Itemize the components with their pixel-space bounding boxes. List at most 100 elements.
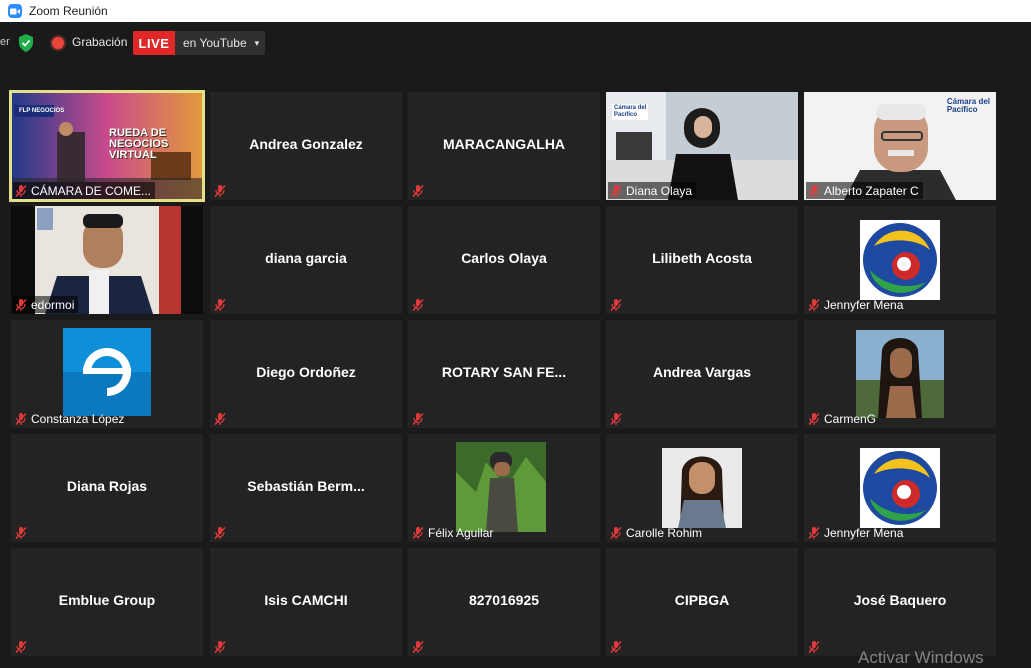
participant-tile[interactable]: Sebastián Berm...: [210, 434, 402, 542]
recording-label[interactable]: Grabación: [72, 35, 127, 49]
participant-tile[interactable]: Lilibeth Acosta: [606, 206, 798, 314]
participant-name-label: Constanza López: [31, 411, 125, 426]
activation-watermark: Activar Windows: [858, 648, 984, 667]
participant-tile[interactable]: José Baquero: [804, 548, 996, 656]
participant-footer: Alberto Zapater C: [806, 182, 923, 199]
participant-tile[interactable]: 827016925: [408, 548, 600, 656]
participant-tile[interactable]: Andrea Gonzalez: [210, 92, 402, 200]
muted-mic-icon: [609, 526, 623, 540]
participant-footer: Carolle Rohim: [608, 524, 706, 541]
participant-footer: [212, 524, 234, 541]
video-overlay-line3: VIRTUAL: [109, 149, 157, 161]
participant-tile[interactable]: Jennyfer Mena: [804, 206, 996, 314]
participant-footer: [212, 410, 234, 427]
participant-tile[interactable]: Diego Ordoñez: [210, 320, 402, 428]
muted-mic-icon: [411, 640, 425, 654]
camara-logo-line1: Cámara: [614, 105, 637, 111]
participant-display-name: Andrea Vargas: [652, 364, 752, 380]
participant-display-name: ROTARY SAN FE...: [441, 364, 567, 380]
participant-display-name: Diego Ordoñez: [256, 364, 356, 380]
muted-mic-icon: [807, 184, 821, 198]
camara-logo-del: del: [978, 97, 990, 106]
participant-display-name: Isis CAMCHI: [264, 592, 348, 608]
camara-logo-line2: Pacífico: [614, 112, 638, 118]
participant-display-name: José Baquero: [853, 592, 947, 608]
participant-footer: [410, 182, 432, 199]
muted-mic-icon: [807, 640, 821, 654]
participant-footer: [410, 638, 432, 655]
participant-name-label: Diana Olaya: [626, 183, 693, 198]
video-overlay-title: RUEDA DE NEGOCIOS VIRTUAL: [109, 128, 168, 161]
muted-mic-icon: [213, 184, 227, 198]
muted-mic-icon: [14, 412, 28, 426]
participant-tile[interactable]: Carlos Olaya: [408, 206, 600, 314]
window-title: Zoom Reunión: [29, 4, 108, 18]
zoom-app-icon: [8, 4, 22, 18]
participant-tile[interactable]: Diana Rojas: [11, 434, 203, 542]
camara-logo: Cámara del Pacífico: [612, 104, 649, 120]
participant-display-name: Sebastián Berm...: [247, 478, 365, 494]
muted-mic-icon: [807, 298, 821, 312]
participant-footer: CarmenG: [806, 410, 880, 427]
participant-footer: [212, 182, 234, 199]
participant-footer: [806, 638, 828, 655]
participant-tile[interactable]: Cámara del Pacífico Alberto Zapater C: [804, 92, 996, 200]
participant-footer: [608, 410, 630, 427]
participant-display-name: Emblue Group: [58, 592, 156, 608]
participant-footer: Jennyfer Mena: [806, 296, 907, 313]
participant-footer: Constanza López: [13, 410, 128, 427]
muted-mic-icon: [14, 298, 28, 312]
participant-tile[interactable]: Jennyfer Mena: [804, 434, 996, 542]
participant-tile[interactable]: CarmenG: [804, 320, 996, 428]
participant-footer: [13, 638, 35, 655]
meeting-toolbar: er Grabación LIVE en YouTube ▾: [0, 22, 1031, 66]
muted-mic-icon: [411, 526, 425, 540]
participant-tile[interactable]: Emblue Group: [11, 548, 203, 656]
participant-name-label: Jennyfer Mena: [824, 525, 904, 540]
muted-mic-icon: [213, 412, 227, 426]
participant-tile[interactable]: edormoi: [11, 206, 203, 314]
camara-logo-del: del: [637, 105, 647, 111]
participant-display-name: MARACANGALHA: [442, 136, 566, 152]
participant-tile[interactable]: diana garcia: [210, 206, 402, 314]
participant-footer: Félix Aguilar: [410, 524, 497, 541]
participant-footer: edormoi: [13, 296, 79, 313]
participant-footer: [212, 296, 234, 313]
muted-mic-icon: [213, 640, 227, 654]
participant-tile[interactable]: Isis CAMCHI: [210, 548, 402, 656]
shield-icon[interactable]: [18, 34, 34, 52]
participant-name-label: Carolle Rohim: [626, 525, 703, 540]
muted-mic-icon: [14, 526, 28, 540]
camara-logo: Cámara del Pacífico: [947, 98, 990, 114]
participant-tile[interactable]: Andrea Vargas: [606, 320, 798, 428]
participant-footer: [410, 410, 432, 427]
muted-mic-icon: [609, 640, 623, 654]
participant-tile[interactable]: ROTARY SAN FE...: [408, 320, 600, 428]
participant-tile[interactable]: FLP NEGOCIOS RUEDA DE NEGOCIOS VIRTUAL CÁMAR…: [9, 90, 205, 202]
participant-footer: Jennyfer Mena: [806, 524, 907, 541]
recording-icon[interactable]: [52, 37, 64, 49]
muted-mic-icon: [14, 184, 28, 198]
muted-mic-icon: [14, 640, 28, 654]
participant-display-name: Carlos Olaya: [461, 250, 547, 266]
participant-tile[interactable]: MARACANGALHA: [408, 92, 600, 200]
camara-logo-line2: Pacífico: [946, 105, 978, 114]
participant-tile[interactable]: Constanza López: [11, 320, 203, 428]
live-destination-dropdown[interactable]: en YouTube ▾: [175, 31, 265, 55]
live-badge[interactable]: LIVE: [133, 31, 175, 55]
muted-mic-icon: [807, 526, 821, 540]
participant-tile[interactable]: Carolle Rohim: [606, 434, 798, 542]
participant-footer: CÁMARA DE COME...: [13, 182, 156, 199]
participant-tile[interactable]: Félix Aguilar: [408, 434, 600, 542]
participant-footer: [410, 296, 432, 313]
participant-name-label: Jennyfer Mena: [824, 297, 904, 312]
muted-mic-icon: [609, 298, 623, 312]
participant-footer: [13, 524, 35, 541]
participant-display-name: diana garcia: [265, 250, 347, 266]
participant-tile[interactable]: CIPBGA: [606, 548, 798, 656]
participant-display-name: Diana Rojas: [66, 478, 148, 494]
participant-name-label: Félix Aguilar: [428, 525, 494, 540]
participant-tile[interactable]: Cámara del Pacífico Diana Olaya: [606, 92, 798, 200]
participant-name-label: edormoi: [31, 297, 75, 312]
muted-mic-icon: [411, 298, 425, 312]
